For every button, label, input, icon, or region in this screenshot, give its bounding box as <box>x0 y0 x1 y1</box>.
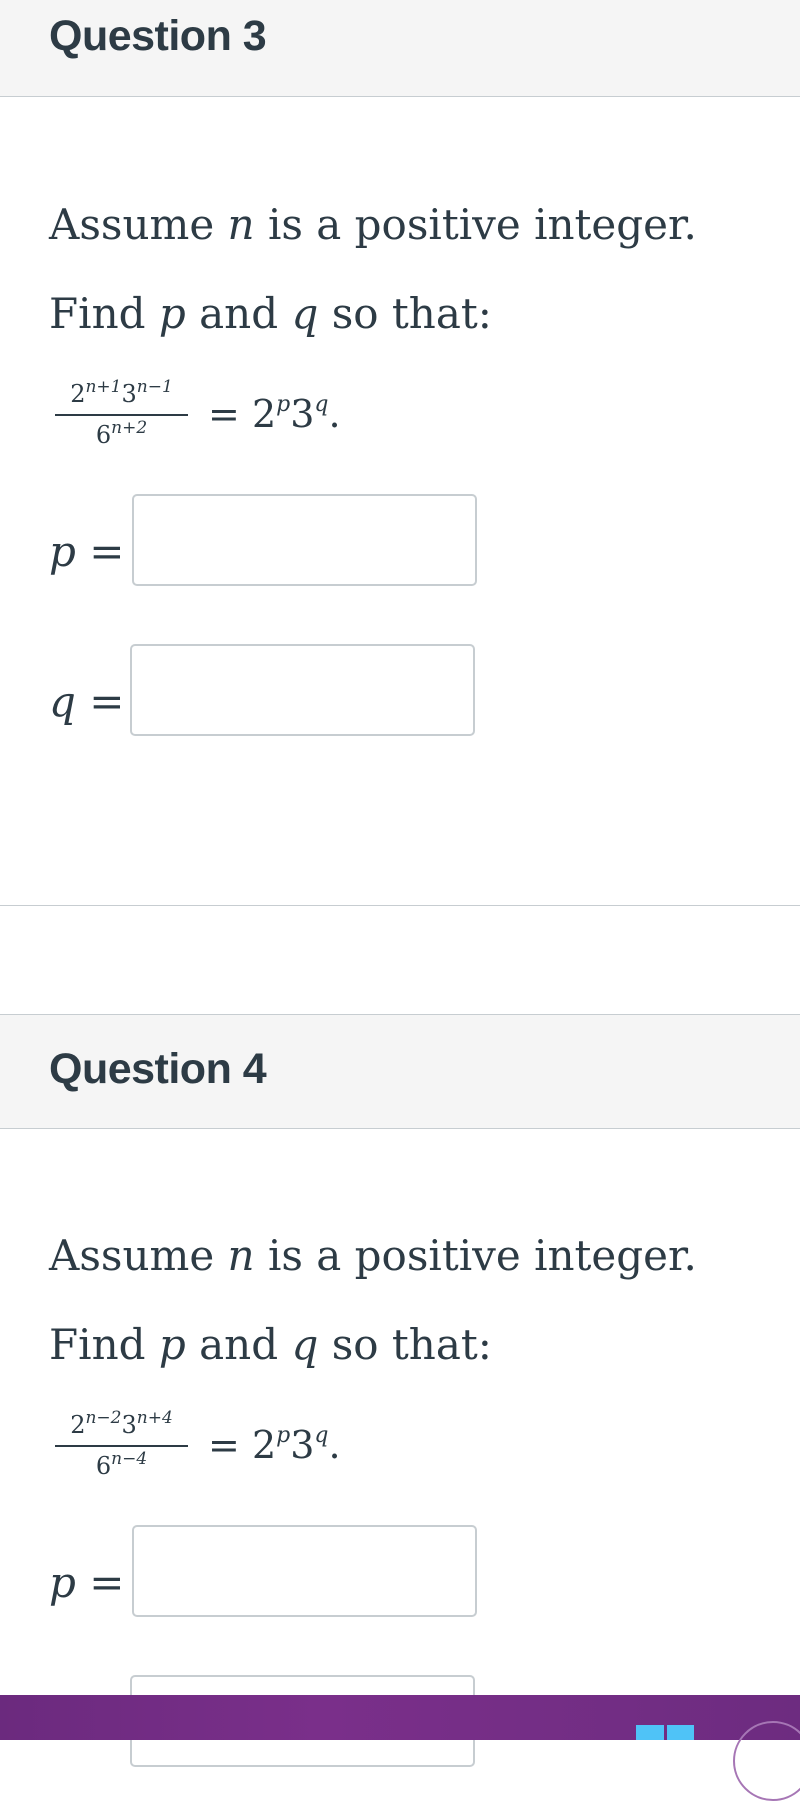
question-3-intro: Assume n is a positive integer. <box>49 200 697 249</box>
question-3-rhs: = 2p3q. <box>208 392 341 436</box>
question-divider <box>0 905 800 906</box>
question-3-p-input[interactable] <box>132 494 477 586</box>
question-3-q-label: q = <box>49 677 125 726</box>
question-3-fraction: 2n+13n−1 6n+2 <box>55 374 188 454</box>
fraction-denominator: 6n−4 <box>95 1449 148 1481</box>
question-3-p-label: p = <box>49 527 125 576</box>
question-4-header: Question 4 <box>0 1014 800 1129</box>
question-4-title: Question 4 <box>49 1045 267 1093</box>
question-4-p-input[interactable] <box>132 1525 477 1617</box>
fraction-numerator: 2n−23n+4 <box>70 1408 173 1440</box>
question-3-header: Question 3 <box>0 0 800 97</box>
fraction-denominator: 6n+2 <box>95 418 148 450</box>
question-4-fraction: 2n−23n+4 6n−4 <box>55 1405 188 1485</box>
search-icon[interactable] <box>733 1721 800 1801</box>
question-3-q-input[interactable] <box>130 644 475 736</box>
question-4-p-label: p = <box>49 1558 125 1607</box>
windows-logo-icon[interactable] <box>636 1725 694 1740</box>
question-4-intro: Assume n is a positive integer. <box>49 1231 697 1280</box>
question-4-instruction: Find p and q so that: <box>49 1320 492 1369</box>
taskbar <box>0 1695 800 1801</box>
question-4-rhs: = 2p3q. <box>208 1423 341 1467</box>
question-3-instruction: Find p and q so that: <box>49 289 492 338</box>
question-3-title: Question 3 <box>49 12 267 60</box>
fraction-numerator: 2n+13n−1 <box>70 377 173 409</box>
